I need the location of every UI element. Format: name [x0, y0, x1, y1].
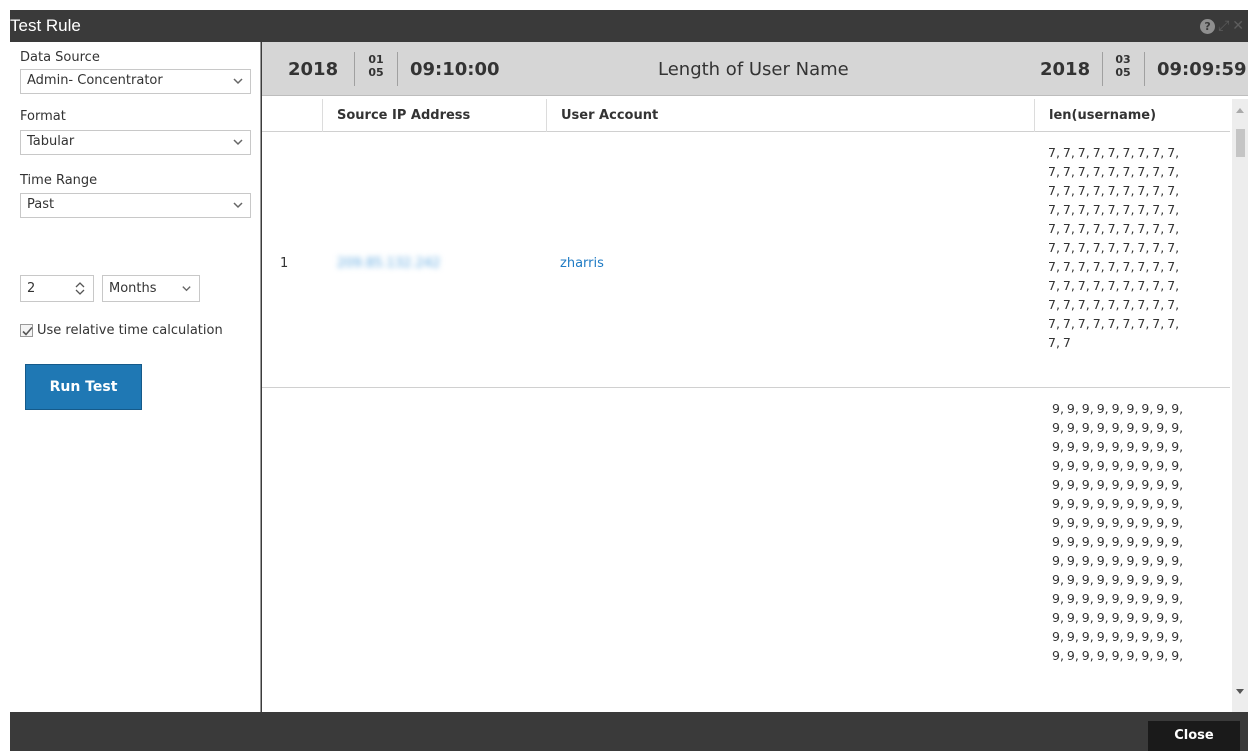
spinner-icon[interactable] [75, 281, 85, 296]
close-x-icon[interactable]: ✕ [1232, 18, 1244, 34]
check-icon [22, 326, 33, 336]
close-button[interactable]: Close [1148, 721, 1240, 751]
vertical-scrollbar[interactable] [1232, 99, 1248, 712]
format-select[interactable]: Tabular [20, 130, 251, 155]
relative-time-checkbox[interactable] [20, 324, 33, 337]
amount-stepper[interactable]: 2 [20, 275, 94, 302]
row-index: 1 [280, 256, 289, 271]
scroll-down-icon[interactable] [1236, 689, 1244, 694]
title-controls: ? ⤢ ✕ [1200, 16, 1244, 36]
time-range-label: Time Range [20, 173, 98, 188]
run-test-button[interactable]: Run Test [25, 364, 142, 410]
chevron-down-icon [233, 139, 243, 146]
table-row[interactable]: 9, 9, 9, 9, 9, 9, 9, 9, 9, 9, 9, 9, 9, 9… [262, 388, 1230, 712]
title-bar: Test Rule ? ⤢ ✕ [10, 10, 1248, 42]
dialog-footer: Close [10, 712, 1248, 751]
end-day: 05 [1115, 66, 1131, 79]
rule-name: Length of User Name [658, 59, 849, 80]
time-unit-value: Months [109, 281, 157, 296]
len-username-cell: 7, 7, 7, 7, 7, 7, 7, 7, 7, 7, 7, 7, 7, 7… [1048, 145, 1180, 350]
divider [1102, 52, 1103, 86]
start-month: 01 [368, 53, 384, 66]
time-unit-select[interactable]: Months [102, 275, 200, 302]
divider [397, 52, 398, 86]
expand-icon[interactable]: ⤢ [1218, 18, 1229, 34]
column-header-user-account[interactable]: User Account [546, 99, 1034, 132]
format-label: Format [20, 109, 66, 124]
data-source-select[interactable]: Admin- Concentrator [20, 69, 251, 94]
scroll-up-icon[interactable] [1236, 108, 1244, 113]
chevron-down-icon [233, 78, 243, 85]
format-value: Tabular [27, 134, 75, 149]
divider [354, 52, 355, 86]
help-icon[interactable]: ? [1200, 18, 1216, 34]
data-source-value: Admin- Concentrator [27, 73, 163, 88]
test-options-panel: Data Source Admin- Concentrator Format T… [10, 42, 261, 712]
time-range-bar: 2018 01 05 09:10:00 Length of User Name … [262, 42, 1248, 96]
amount-value: 2 [27, 281, 36, 296]
user-account-link[interactable]: zharris [560, 256, 604, 271]
table-header: Source IP Address User Account len(usern… [262, 99, 1230, 132]
index-column-header [262, 99, 322, 132]
results-table: Source IP Address User Account len(usern… [262, 99, 1230, 712]
dialog-title: Test Rule [10, 16, 81, 35]
source-ip-cell: 209.85.132.242 [337, 256, 441, 271]
end-month: 03 [1115, 53, 1131, 66]
end-month-day: 03 05 [1111, 53, 1135, 79]
column-header-len-username[interactable]: len(username) [1034, 99, 1230, 132]
test-rule-dialog: Test Rule ? ⤢ ✕ Data Source Admin- Conce… [10, 10, 1248, 751]
scroll-thumb[interactable] [1236, 129, 1245, 157]
relative-time-label: Use relative time calculation [37, 323, 223, 338]
results-panel: 2018 01 05 09:10:00 Length of User Name … [262, 42, 1248, 712]
len-username-cell: 9, 9, 9, 9, 9, 9, 9, 9, 9, 9, 9, 9, 9, 9… [1052, 401, 1184, 663]
chevron-down-icon [182, 286, 191, 292]
relative-time-option: Use relative time calculation [20, 323, 223, 338]
divider [1144, 52, 1145, 86]
column-header-source-ip[interactable]: Source IP Address [322, 99, 546, 132]
chevron-down-icon [233, 202, 243, 209]
table-row[interactable]: 1 209.85.132.242 zharris 7, 7, 7, 7, 7, … [262, 132, 1230, 388]
start-day: 05 [368, 66, 384, 79]
time-range-select[interactable]: Past [20, 193, 251, 218]
start-month-day: 01 05 [364, 53, 388, 79]
data-source-label: Data Source [20, 50, 100, 65]
time-range-value: Past [27, 197, 55, 212]
